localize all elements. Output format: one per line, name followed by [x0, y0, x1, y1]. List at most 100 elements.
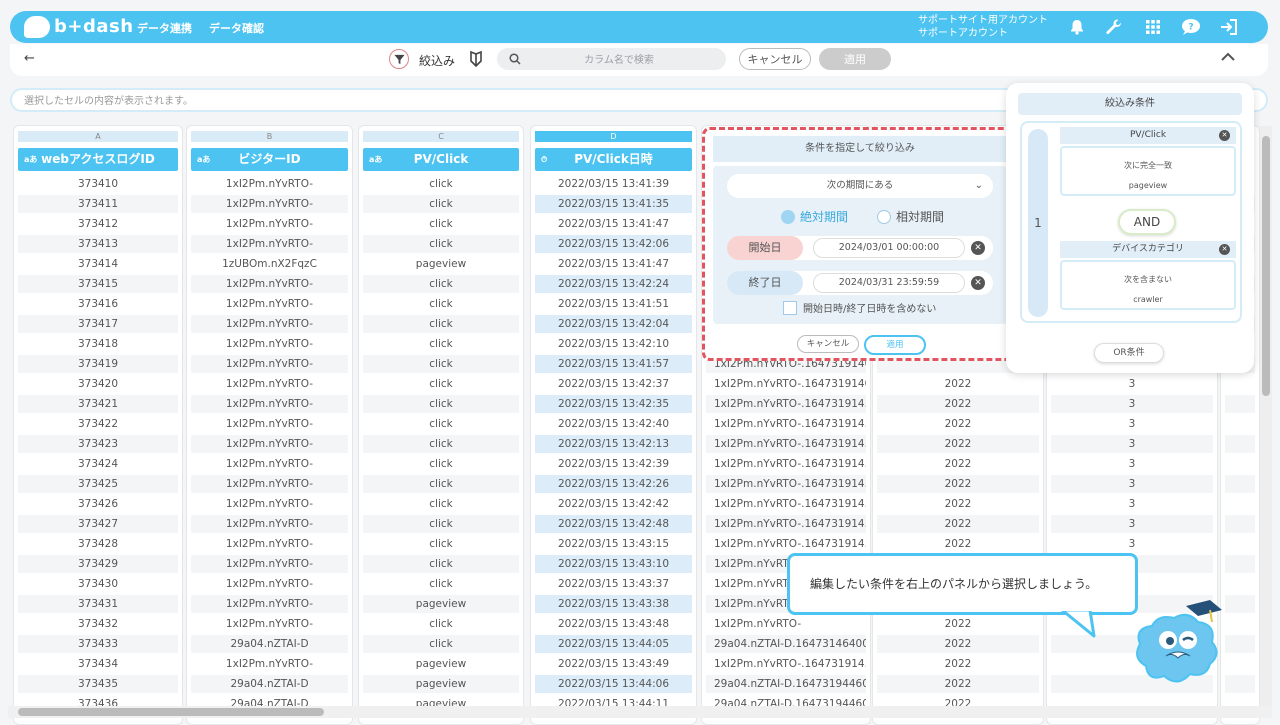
grid-cell[interactable]: click: [363, 435, 519, 453]
grid-cell[interactable]: 2022: [877, 655, 1039, 673]
grid-cell[interactable]: 373422: [18, 415, 178, 433]
grid-cell[interactable]: 2022/03/15 13:44:06: [535, 675, 692, 693]
grid-cell[interactable]: [1225, 575, 1255, 593]
grid-cell[interactable]: 2022/03/15 13:43:49: [535, 655, 692, 673]
grid-cell[interactable]: 1xI2Pm.nYvRTO-: [191, 235, 348, 253]
grid-cell[interactable]: click: [363, 195, 519, 213]
grid-cell[interactable]: [1225, 635, 1255, 653]
nav-data-integration[interactable]: データ連携: [137, 20, 192, 36]
clear-end-date-icon[interactable]: ✕: [971, 276, 985, 290]
remove-condition-icon[interactable]: ✕: [1219, 244, 1230, 255]
grid-cell[interactable]: 2022/03/15 13:42:10: [535, 335, 692, 353]
vertical-scroll-thumb[interactable]: [1262, 136, 1270, 396]
and-operator-button[interactable]: AND: [1118, 209, 1176, 235]
grid-cell[interactable]: [1225, 375, 1255, 393]
grid-cell[interactable]: 3: [1051, 395, 1213, 413]
column-letter[interactable]: D: [535, 131, 692, 142]
collapse-chevron-icon[interactable]: [1220, 50, 1236, 66]
grid-cell[interactable]: click: [363, 175, 519, 193]
grid-cell[interactable]: 2022/03/15 13:43:37: [535, 575, 692, 593]
grid-cell[interactable]: 373414: [18, 255, 178, 273]
column-header[interactable]: aあ webアクセスログID: [18, 148, 178, 171]
grid-cell[interactable]: 1xI2Pm.nYvRTO-.164731914...: [706, 535, 866, 553]
wrench-icon[interactable]: [1103, 16, 1125, 38]
grid-cell[interactable]: 2022/03/15 13:42:37: [535, 375, 692, 393]
grid-cell[interactable]: [1225, 415, 1255, 433]
grid-cell[interactable]: 2022/03/15 13:42:48: [535, 515, 692, 533]
toolbar-apply-button[interactable]: 適用: [819, 48, 891, 70]
grid-cell[interactable]: 1xI2Pm.nYvRTO-.164731914...: [706, 395, 866, 413]
nav-data-view[interactable]: データ確認: [209, 20, 264, 36]
grid-cell[interactable]: 3: [1051, 515, 1213, 533]
condition-detail[interactable]: 次に完全一致 pageview: [1060, 146, 1236, 196]
grid-cell[interactable]: 373433: [18, 635, 178, 653]
grid-cell[interactable]: pageview: [363, 675, 519, 693]
grid-cell[interactable]: 2022/03/15 13:43:15: [535, 535, 692, 553]
grid-cell[interactable]: 2022/03/15 13:41:35: [535, 195, 692, 213]
operator-select[interactable]: 次の期間にある ⌄: [727, 174, 993, 198]
popup-cancel-button[interactable]: キャンセル: [797, 335, 859, 353]
grid-cell[interactable]: 373418: [18, 335, 178, 353]
grid-cell[interactable]: 2022/03/15 13:41:51: [535, 295, 692, 313]
grid-cell[interactable]: 2022/03/15 13:42:39: [535, 455, 692, 473]
grid-cell[interactable]: click: [363, 315, 519, 333]
grid-cell[interactable]: 2022/03/15 13:42:35: [535, 395, 692, 413]
column-header[interactable]: aあ ビジターID: [191, 148, 348, 171]
checkbox-box[interactable]: [783, 300, 797, 315]
grid-cell[interactable]: [1225, 655, 1255, 673]
grid-icon[interactable]: [1142, 16, 1164, 38]
grid-cell[interactable]: 1xI2Pm.nYvRTO-.164731914...: [706, 515, 866, 533]
grid-cell[interactable]: 1xI2Pm.nYvRTO-: [191, 295, 348, 313]
grid-cell[interactable]: click: [363, 535, 519, 553]
grid-cell[interactable]: 1xI2Pm.nYvRTO-.164731914...: [706, 415, 866, 433]
grid-cell[interactable]: 373434: [18, 655, 178, 673]
grid-cell[interactable]: 1xI2Pm.nYvRTO-.164731914...: [706, 495, 866, 513]
clear-start-date-icon[interactable]: ✕: [971, 241, 985, 255]
grid-cell[interactable]: 373413: [18, 235, 178, 253]
toolbar-cancel-button[interactable]: キャンセル: [739, 48, 811, 70]
grid-cell[interactable]: 2022/03/15 13:41:47: [535, 255, 692, 273]
grid-cell[interactable]: click: [363, 395, 519, 413]
grid-cell[interactable]: 2022: [877, 535, 1039, 553]
grid-cell[interactable]: [1225, 555, 1255, 573]
bdash-logo[interactable]: b+dash: [24, 15, 133, 39]
grid-cell[interactable]: 1xI2Pm.nYvRTO-: [191, 555, 348, 573]
grid-cell[interactable]: click: [363, 495, 519, 513]
grid-cell[interactable]: 3: [1051, 375, 1213, 393]
grid-cell[interactable]: click: [363, 375, 519, 393]
grid-cell[interactable]: 3: [1051, 535, 1213, 553]
exclude-boundary-checkbox[interactable]: 開始日時/終了日時を含めない: [783, 300, 936, 315]
grid-cell[interactable]: 3: [1051, 415, 1213, 433]
grid-cell[interactable]: 2022/03/15 13:42:26: [535, 475, 692, 493]
grid-cell[interactable]: [1225, 395, 1255, 413]
grid-cell[interactable]: 2022/03/15 13:42:04: [535, 315, 692, 333]
grid-cell[interactable]: 1xI2Pm.nYvRTO-: [191, 415, 348, 433]
grid-cell[interactable]: 1xI2Pm.nYvRTO-: [191, 495, 348, 513]
grid-cell[interactable]: 373417: [18, 315, 178, 333]
grid-cell[interactable]: 1xI2Pm.nYvRTO-: [191, 315, 348, 333]
grid-cell[interactable]: 2022/03/15 13:42:40: [535, 415, 692, 433]
column-header[interactable]: aあ PV/Click: [363, 148, 519, 171]
grid-cell[interactable]: 3: [1051, 455, 1213, 473]
or-condition-button[interactable]: OR条件: [1094, 343, 1164, 363]
grid-cell[interactable]: 2022/03/15 13:43:10: [535, 555, 692, 573]
column-letter[interactable]: B: [191, 131, 348, 142]
column-search[interactable]: [497, 48, 726, 70]
grid-cell[interactable]: 29a04.nZTAI-D.16473194460...: [706, 675, 866, 693]
grid-cell[interactable]: 3: [1051, 435, 1213, 453]
grid-cell[interactable]: 2022: [877, 675, 1039, 693]
grid-cell[interactable]: [1225, 595, 1255, 613]
grid-cell[interactable]: click: [363, 575, 519, 593]
grid-cell[interactable]: click: [363, 615, 519, 633]
help-bubble-icon[interactable]: ?: [1180, 16, 1202, 38]
grid-cell[interactable]: 1xI2Pm.nYvRTO-: [191, 655, 348, 673]
grid-cell[interactable]: pageview: [363, 595, 519, 613]
grid-cell[interactable]: [1225, 535, 1255, 553]
grid-cell[interactable]: 1xI2Pm.nYvRTO-: [191, 455, 348, 473]
grid-cell[interactable]: 2022/03/15 13:41:39: [535, 175, 692, 193]
grid-cell[interactable]: 1xI2Pm.nYvRTO-: [191, 175, 348, 193]
remove-condition-icon[interactable]: ✕: [1219, 130, 1230, 141]
back-arrow-icon[interactable]: ←: [24, 51, 35, 66]
column-letter[interactable]: C: [363, 131, 519, 142]
grid-cell[interactable]: 2022: [877, 375, 1039, 393]
